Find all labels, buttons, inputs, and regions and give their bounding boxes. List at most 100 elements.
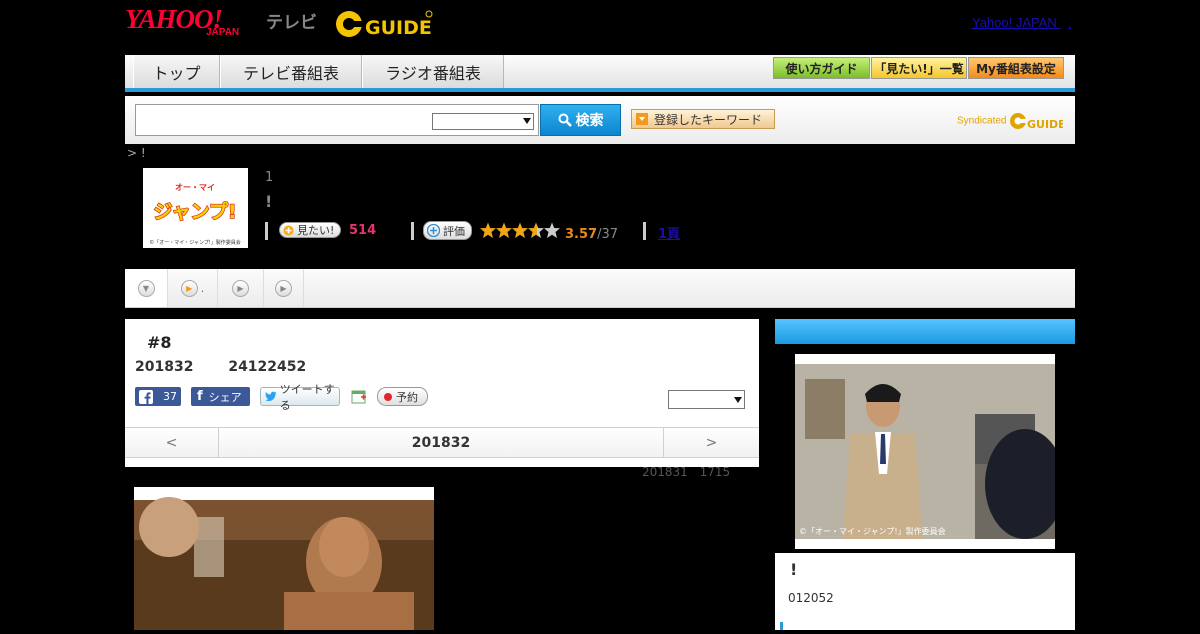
search-category-select[interactable] — [432, 113, 534, 130]
syndicated-gguide: Syndicated GUIDE — [957, 110, 1066, 132]
star-icon — [512, 222, 528, 238]
next-label: > — [705, 434, 718, 451]
gguide-logo[interactable]: GUIDE — [335, 8, 433, 40]
search-button-label: 検索 — [575, 113, 604, 129]
triangle-down-icon — [636, 113, 648, 125]
prev-label: < — [165, 434, 178, 451]
want-button[interactable]: 見たい! — [279, 222, 342, 238]
episode-title: #8 — [147, 333, 172, 352]
registered-keywords-button[interactable]: 登録したキーワード — [631, 109, 775, 129]
tab-video[interactable]: ▶ . — [168, 269, 218, 307]
update-note: 201831 1715 — [642, 465, 731, 479]
right-panel-header — [775, 319, 1075, 344]
plus-icon — [283, 225, 294, 235]
program-tabs: ▼ ▶ . ▶ ▶ — [125, 269, 1075, 308]
star-icon — [528, 222, 544, 238]
want-count: 514 — [349, 223, 377, 238]
facebook-share-button[interactable]: f シェア — [191, 387, 250, 406]
program-line-2: ! — [265, 192, 273, 211]
program-logo-top: オー・マイ — [175, 183, 215, 192]
right-accent-bar — [780, 622, 783, 630]
facebook-count: 37 — [163, 390, 177, 403]
cast-photo-caption: ©「オー・マイ・ジャンプ!」製作委員会 — [799, 526, 946, 536]
play-icon: ▶ — [180, 279, 198, 297]
episode-image[interactable] — [134, 487, 434, 630]
play-icon: ▶ — [275, 279, 292, 297]
search-panel: 検索 登録したキーワード Syndicated GUIDE — [125, 96, 1075, 144]
right-sidebar: ©「オー・マイ・ジャンプ!」製作委員会 ! 012052 — [775, 319, 1075, 630]
chevron-down-icon — [734, 397, 742, 403]
syndicated-label: Syndicated — [957, 115, 1007, 127]
gguide-text: GUIDE — [365, 17, 432, 39]
tweet-button[interactable]: ツイートする — [260, 383, 340, 412]
episode-select[interactable] — [668, 390, 745, 409]
record-icon — [384, 392, 392, 401]
yahoo-japan-link-text[interactable]: Yahoo! JAPAN — [972, 15, 1057, 30]
prev-date-button[interactable]: < — [125, 428, 219, 457]
yahoo-japan-link[interactable]: Yahoo! JAPAN , — [972, 15, 1071, 30]
star-icon — [544, 222, 560, 238]
stat-divider — [411, 222, 414, 240]
facebook-share-label: シェア — [208, 390, 242, 404]
chevron-down-icon: ▼ — [137, 279, 155, 297]
reviews-link[interactable]: 1頁 — [658, 223, 680, 242]
guide-button-label: 使い方ガイド — [785, 61, 858, 76]
nav-tab-radio-label: ラジオ番組表 — [385, 63, 481, 83]
program-logo-main: ジャンプ! — [153, 200, 236, 223]
header-dot: , — [1068, 19, 1072, 30]
current-date: 201832 — [219, 428, 663, 457]
rate-button-label: 評価 — [443, 224, 465, 238]
breadcrumb[interactable]: > ! — [127, 146, 146, 160]
calendar-add-icon[interactable] — [351, 388, 367, 408]
tab-info[interactable]: ▶ — [218, 269, 264, 307]
want-button-label: 見たい! — [297, 224, 335, 237]
plus-icon — [427, 224, 440, 237]
want-list-label: 「見たい!」一覧 — [874, 61, 964, 76]
rating-value: 3.57/37 — [565, 223, 618, 242]
nav-tab-tv-label: テレビ番組表 — [242, 63, 339, 83]
guide-button[interactable]: 使い方ガイド — [773, 57, 870, 79]
yahoo-japan-sublogo: JAPAN — [206, 27, 240, 38]
nav-tab-top-label: トップ — [152, 63, 201, 83]
want-list-button[interactable]: 「見たい!」一覧 — [871, 57, 967, 79]
current-date-label: 201832 — [411, 434, 471, 451]
svg-text:GUIDE: GUIDE — [1027, 118, 1063, 131]
episode-date: 201832 24122452 — [135, 359, 307, 375]
nav-tab-radio-listings[interactable]: ラジオ番組表 — [362, 55, 504, 88]
reserve-label: 予約 — [396, 390, 418, 404]
program-logo-caption: ©「オー・マイ・ジャンプ!」製作委員会 — [149, 239, 241, 246]
star-icon — [480, 222, 496, 238]
main-navbar: トップ テレビ番組表 ラジオ番組表 使い方ガイド 「見たい!」一覧 My番組表設… — [125, 55, 1075, 92]
tweet-label: ツイートする — [279, 382, 335, 412]
chevron-down-icon — [523, 118, 531, 124]
gguide-small-logo: GUIDE — [1010, 113, 1066, 131]
facebook-icon — [139, 389, 153, 404]
tab-more[interactable]: ▶ — [264, 269, 304, 307]
my-schedule-button[interactable]: My番組表設定 — [968, 57, 1064, 79]
rating-number: 3.57 — [565, 227, 598, 242]
tv-label[interactable]: テレビ — [266, 8, 317, 33]
nav-tab-top[interactable]: トップ — [133, 55, 220, 88]
search-icon — [558, 113, 572, 127]
next-date-button[interactable]: > — [663, 428, 759, 457]
registered-keywords-label: 登録したキーワード — [654, 112, 763, 127]
tab-episodes[interactable]: ▼ — [125, 269, 168, 307]
right-code: 012052 — [788, 591, 834, 605]
date-navigation: < 201832 > — [125, 427, 759, 458]
my-schedule-label: My番組表設定 — [976, 61, 1056, 76]
search-button[interactable]: 検索 — [540, 104, 621, 136]
episode-panel: #8 201832 24122452 37 f シェア ツイートする 予約 < … — [125, 319, 759, 467]
twitter-bird-icon — [265, 391, 277, 402]
program-line-1: 1 — [265, 170, 274, 185]
rate-button[interactable]: 評価 — [423, 221, 472, 240]
reserve-button[interactable]: 予約 — [377, 387, 428, 406]
star-icon — [496, 222, 512, 238]
right-exclaim: ! — [790, 560, 798, 579]
nav-tab-tv-listings[interactable]: テレビ番組表 — [220, 55, 362, 88]
rating-stars — [480, 222, 562, 243]
stat-divider — [643, 222, 646, 240]
cast-photo[interactable]: ©「オー・マイ・ジャンプ!」製作委員会 — [795, 354, 1065, 549]
program-thumbnail[interactable]: オー・マイ ジャンプ! ©「オー・マイ・ジャンプ!」製作委員会 — [143, 168, 248, 248]
facebook-like-button[interactable]: 37 — [135, 387, 181, 406]
tab-video-text: . — [200, 281, 205, 295]
